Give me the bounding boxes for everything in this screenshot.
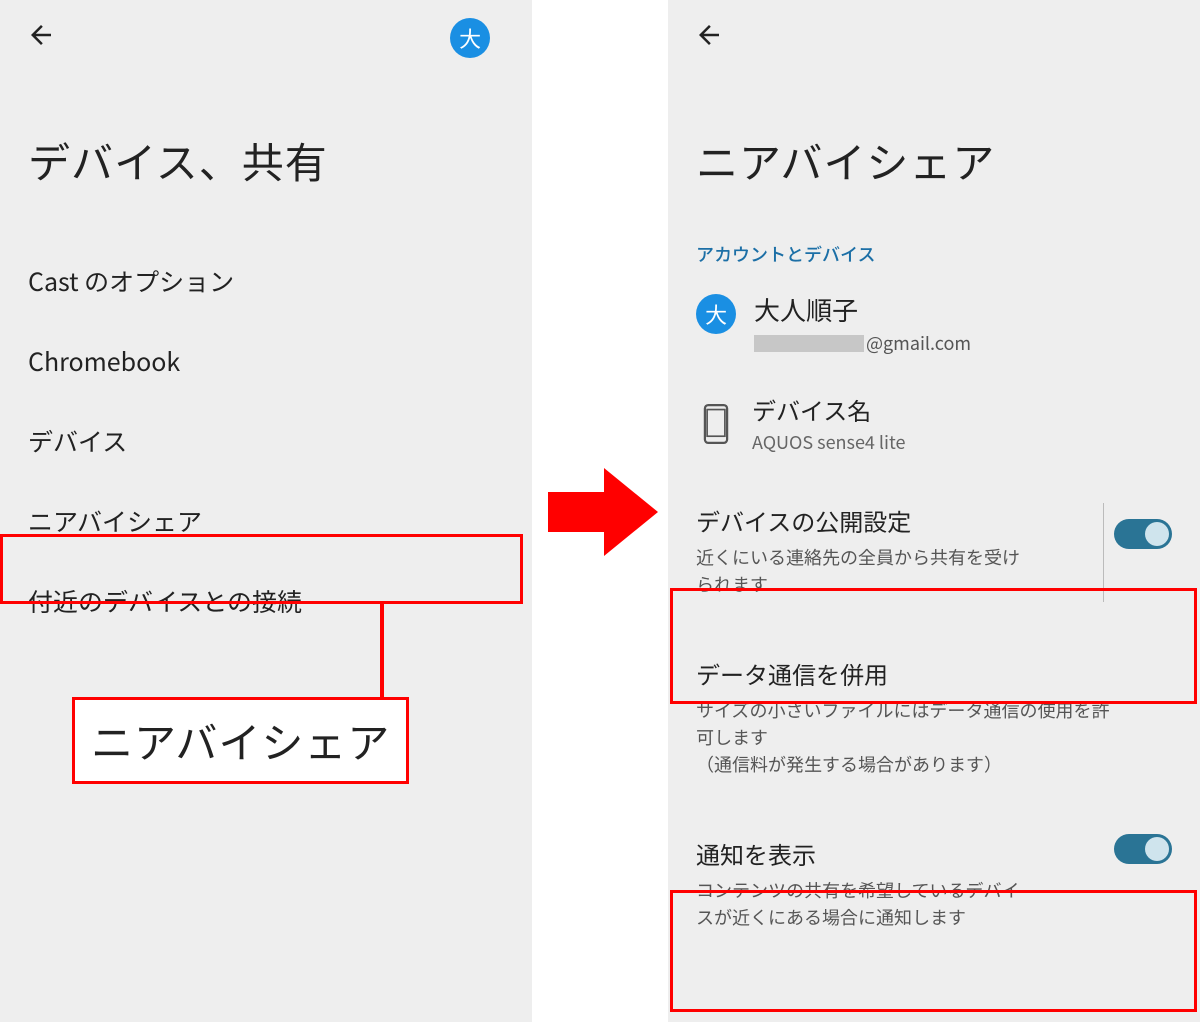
- avatar-initial: 大: [705, 298, 727, 330]
- avatar-initial: 大: [459, 22, 481, 54]
- section-header-account-device: アカウントとデバイス: [668, 241, 1200, 281]
- account-info: 大人順子 @gmail.com: [754, 291, 971, 356]
- account-name: 大人順子: [754, 291, 971, 328]
- setting-title: 通知を表示: [696, 836, 1172, 871]
- page-title: ニアバイシェア: [668, 70, 1200, 241]
- account-row[interactable]: 大 大人順子 @gmail.com: [668, 281, 1200, 376]
- annotation-callout-nearby-share: ニアバイシェア: [72, 697, 409, 784]
- callout-text: ニアバイシェア: [91, 710, 390, 771]
- back-arrow-icon[interactable]: [26, 20, 56, 50]
- toggle-knob: [1145, 837, 1169, 861]
- profile-avatar[interactable]: 大: [450, 18, 490, 58]
- device-name-row[interactable]: デバイス名 AQUOS sense4 lite: [668, 376, 1200, 485]
- toggle-show-notification[interactable]: [1114, 834, 1172, 864]
- back-arrow-icon[interactable]: [694, 20, 724, 50]
- annotation-highlight-device-visibility: [670, 588, 1197, 704]
- setting-title: デバイスの公開設定: [696, 503, 1172, 538]
- account-avatar: 大: [696, 294, 736, 334]
- menu-item-cast[interactable]: Cast のオプション: [0, 241, 532, 321]
- setting-desc: サイズの小さいファイルにはデータ通信の使用を許可します （通信料が発生する場合が…: [696, 697, 1116, 778]
- topbar: 大: [0, 0, 532, 70]
- email-domain: @gmail.com: [866, 330, 971, 356]
- device-info: デバイス名 AQUOS sense4 lite: [752, 392, 905, 455]
- toggle-device-visibility[interactable]: [1114, 519, 1172, 549]
- arrow-icon: [548, 464, 660, 560]
- menu-item-chromebook[interactable]: Chromebook: [0, 321, 532, 401]
- toggle-knob: [1145, 522, 1169, 546]
- screen-devices-sharing: 大 デバイス、共有 Cast のオプション Chromebook デバイス ニア…: [0, 0, 532, 1022]
- phone-icon: [702, 404, 730, 444]
- email-redacted-mask: [754, 335, 864, 352]
- device-name-label: デバイス名: [752, 392, 905, 427]
- menu-item-devices[interactable]: デバイス: [0, 401, 532, 481]
- topbar: [668, 0, 1200, 70]
- annotation-highlight-nearby-share-item: [0, 534, 523, 604]
- annotation-highlight-show-notification: [670, 890, 1197, 1012]
- screen-nearby-share-settings: ニアバイシェア アカウントとデバイス 大 大人順子 @gmail.com デバイ…: [668, 0, 1200, 1022]
- page-title: デバイス、共有: [0, 70, 532, 241]
- annotation-connector: [380, 604, 384, 699]
- account-email: @gmail.com: [754, 330, 971, 356]
- device-name-value: AQUOS sense4 lite: [752, 429, 905, 455]
